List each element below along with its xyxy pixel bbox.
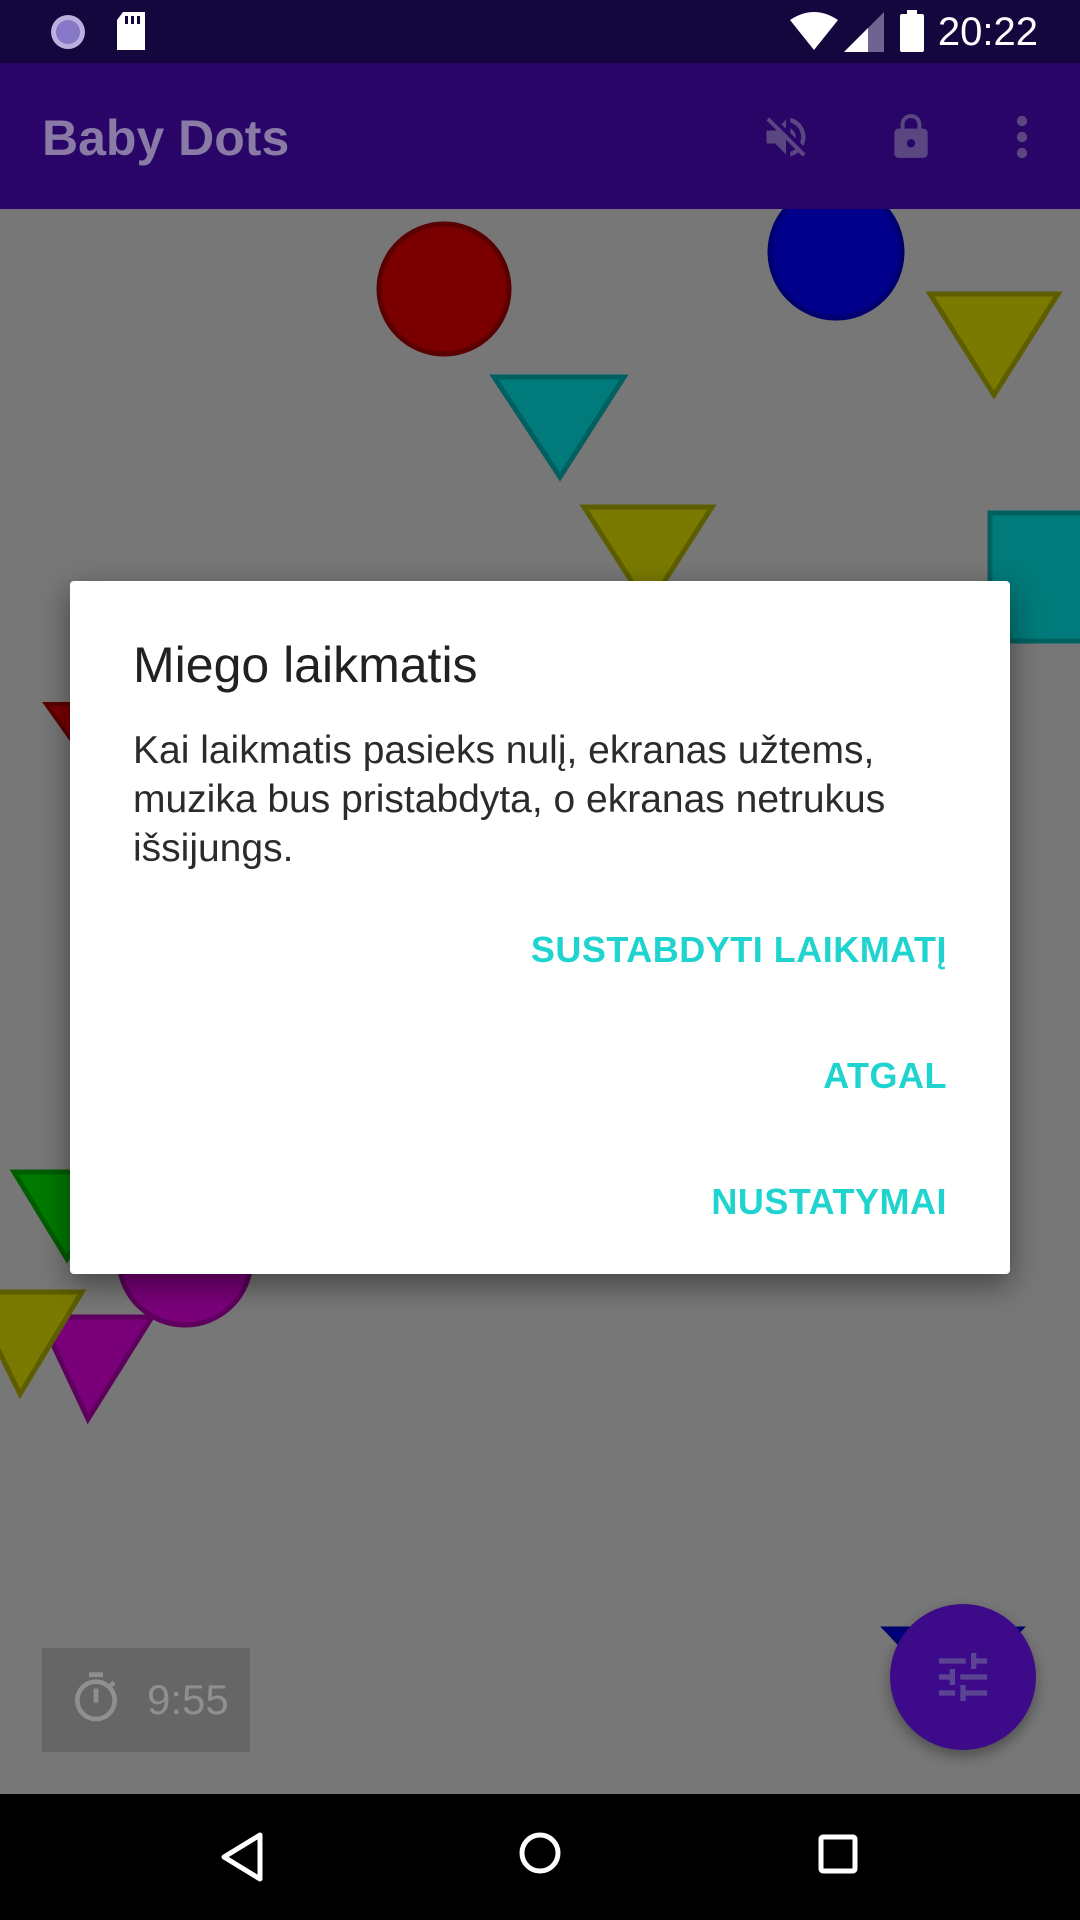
back-triangle-icon[interactable]: [218, 1831, 264, 1888]
settings-button[interactable]: NUSTATYMAI: [711, 1181, 947, 1223]
dialog-title: Miego laikmatis: [133, 637, 478, 693]
dialog-message: Kai laikmatis pasieks nulį, ekranas užte…: [133, 729, 886, 870]
recents-square-icon[interactable]: [818, 1834, 858, 1879]
navigation-bar: [0, 1794, 1080, 1920]
sleep-timer-dialog: Miego laikmatis Kai laikmatis pasieks nu…: [70, 581, 1010, 1274]
stop-timer-button[interactable]: SUSTABDYTI LAIKMATĮ: [531, 929, 947, 971]
home-circle-icon[interactable]: [518, 1831, 562, 1880]
back-button[interactable]: ATGAL: [823, 1055, 947, 1097]
